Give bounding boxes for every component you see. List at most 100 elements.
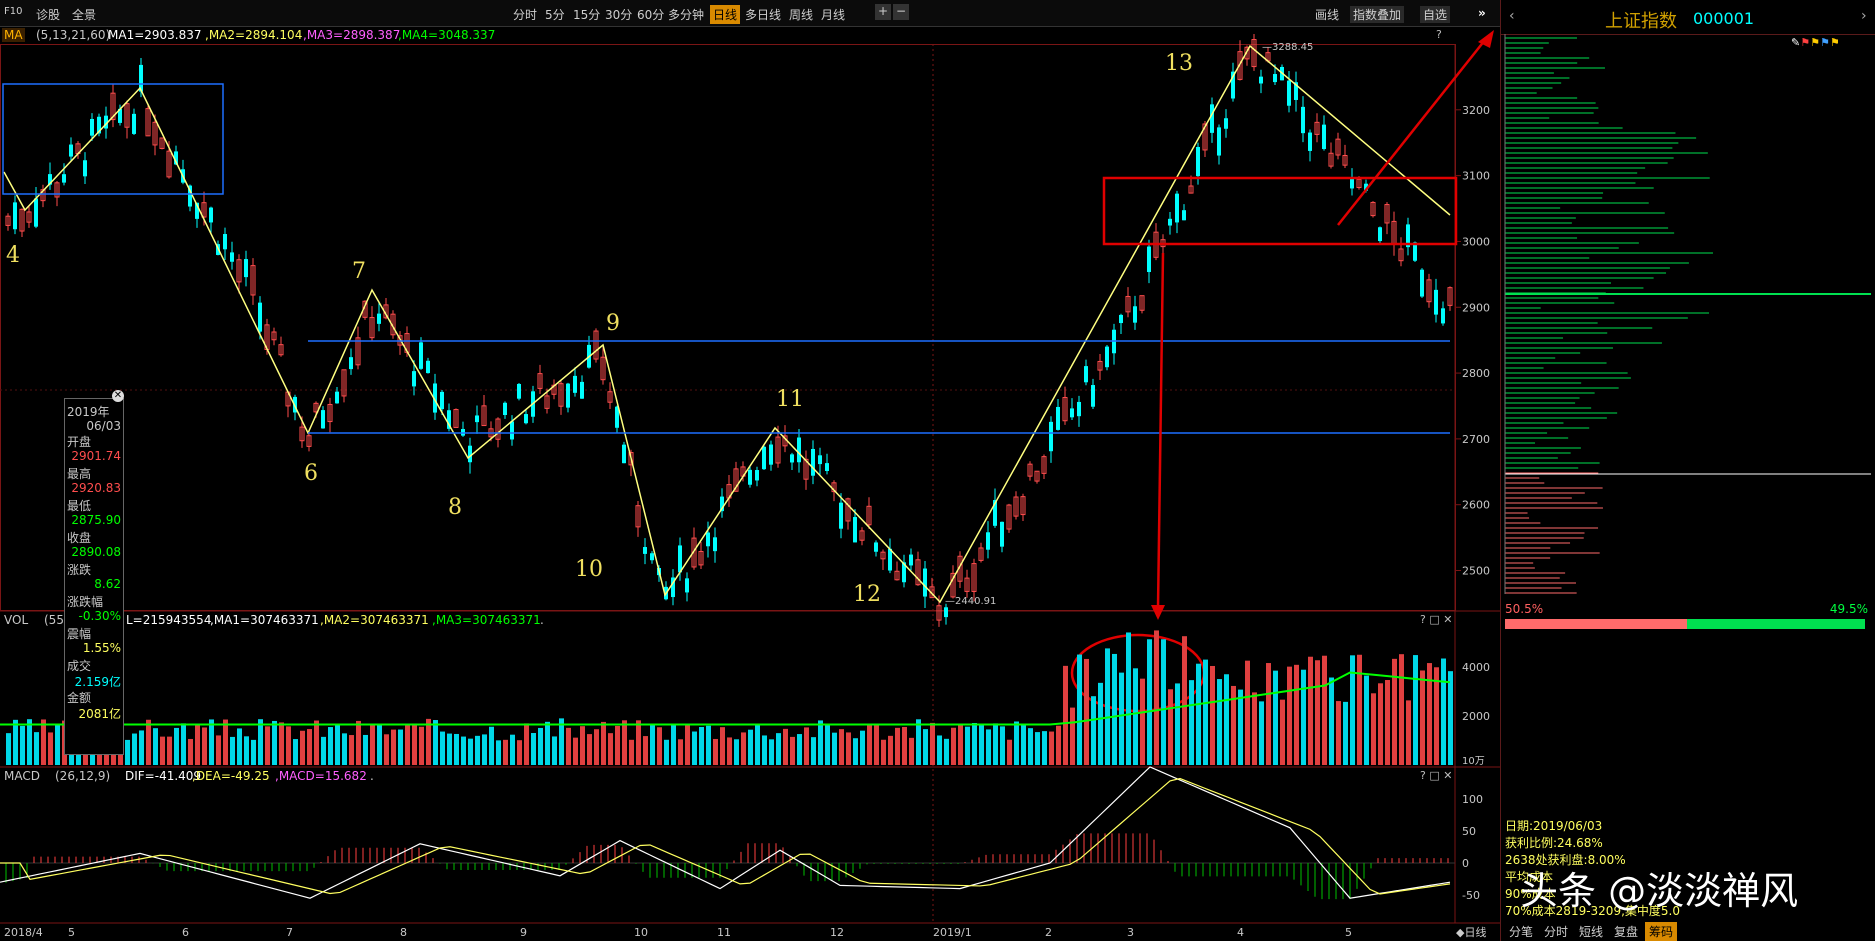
volume-bar [433,720,438,765]
volume-bar [1252,692,1257,765]
candle-body [223,234,227,250]
candle-body [1168,218,1172,226]
side-tab-2[interactable]: 短线 [1575,922,1607,941]
volume-bar [692,731,697,765]
volume-bar [1140,678,1145,765]
vol-ma3: ,MA3=307463371 [432,613,541,627]
side-tab-1[interactable]: 分时 [1540,922,1572,941]
volume-bar [125,739,130,765]
price-tick: 3200 [1462,104,1490,117]
volume-bar [160,736,165,765]
candle-body [1077,401,1081,417]
kline-chart[interactable]: 32003100300029002800270026002500 4678910… [0,0,1500,941]
candle-body [853,517,857,543]
volume-bar [832,732,837,765]
wave-label: 8 [448,495,462,520]
info-low-label: 最低 [67,499,92,513]
candle-body [986,532,990,550]
volume-bar [685,724,690,765]
macd-params: (26,12,9) [55,769,111,783]
info-amt-label: 金额 [67,691,92,705]
candle-body [685,578,689,593]
volume-bar [1084,658,1089,765]
volume-bar [587,734,592,765]
volume-bar [377,725,382,765]
volume-bar [461,736,466,765]
date-tick: 5 [68,926,75,939]
volume-bar [1238,689,1243,765]
volume-bar [251,739,256,765]
vol-tick: 4000 [1462,661,1490,674]
date-tick: 2 [1045,926,1052,939]
wave-label: 13 [1165,51,1193,76]
candle-body [426,360,430,374]
side-tab-0[interactable]: 分笔 [1505,922,1537,941]
info-chg-label: 涨跌 [67,563,92,577]
info-chgpct: -0.30% [78,609,121,623]
volume-bar [1385,680,1390,765]
candle-body [874,542,878,552]
candle-body [1049,421,1053,452]
date-mode-label: 日线 [1464,926,1487,939]
candle-body [755,470,759,481]
side-tab-4[interactable]: 筹码 [1645,922,1678,941]
date-mode-button[interactable]: ◆日线 [1456,924,1486,940]
volume-bar [993,723,998,765]
volume-bar [1056,725,1061,765]
volume-bar [545,721,550,765]
close-icon[interactable]: ✕ [112,390,124,402]
volume-bar [1441,658,1446,765]
candle-body [475,415,479,423]
vol-pane-controls[interactable]: ? □ ✕ [1420,613,1452,626]
next-arrow-icon[interactable]: › [1861,8,1867,24]
volume-bar [790,736,795,765]
volume-bar [1028,728,1033,765]
volume-bar [608,733,613,765]
candle-body [1175,193,1179,223]
volume-bar [1266,663,1271,765]
macd-selector[interactable]: MACD [4,769,40,783]
wave-label: 4 [6,243,20,268]
volume-bar [475,735,480,765]
volume-bar [566,727,571,765]
candle-body [1000,521,1004,547]
candle-body [888,548,892,571]
volume-bar [1168,689,1173,765]
volume-bar [384,734,389,765]
candle-body [1420,269,1424,297]
wave-label: 12 [853,582,881,607]
prev-arrow-icon[interactable]: ‹ [1509,8,1515,24]
volume-bar [489,726,494,765]
candle-body [790,454,794,463]
candle-body [1350,177,1354,189]
vol-selector[interactable]: VOL [4,613,28,627]
volume-bar [447,733,452,765]
volume-bars [0,630,1453,765]
volume-bar [286,726,291,765]
volume-bar [1294,664,1299,765]
info-amt: 2081亿 [78,707,121,721]
volume-bar [1021,723,1026,765]
candle-body [1287,80,1291,106]
volume-bar [1042,731,1047,765]
volume-bar [762,735,767,765]
wave-label: 9 [606,311,620,336]
macd-pane-controls[interactable]: ? □ ✕ [1420,769,1452,782]
price-tick: 2900 [1462,301,1490,314]
volume-bar [937,735,942,765]
volume-bar [1112,653,1117,765]
volume-bar [1399,654,1404,765]
candle-body [1084,366,1088,383]
volume-bar [1007,739,1012,765]
macd-tick: -50 [1462,889,1480,902]
macd-dea: ,DEA=-49.25 [192,769,270,783]
volume-bar [419,726,424,765]
chip-histogram [1504,34,1871,594]
volume-bar [209,719,214,765]
volume-bar [776,733,781,765]
help-icon[interactable]: ? [1436,28,1442,41]
volume-bar [244,736,249,765]
vol-ma1: ,MA1=307463371 [210,613,319,627]
candle-body [650,553,654,561]
side-tab-3[interactable]: 复盘 [1610,922,1642,941]
